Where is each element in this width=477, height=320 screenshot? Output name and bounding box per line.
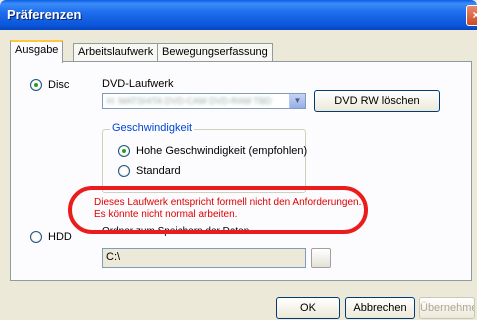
disc-radio-row[interactable]: Disc bbox=[30, 79, 69, 91]
close-icon: × bbox=[472, 8, 477, 22]
tab-ausgabe[interactable]: Ausgabe bbox=[10, 40, 64, 63]
window-title: Präferenzen bbox=[7, 7, 82, 22]
speed-high-row[interactable]: Hohe Geschwindigkeit (empfohlen) bbox=[118, 145, 307, 157]
close-button[interactable]: × bbox=[466, 5, 477, 26]
hdd-path-value: C:\ bbox=[106, 251, 121, 263]
chevron-down-icon[interactable]: ▼ bbox=[289, 94, 305, 108]
ok-button[interactable]: OK bbox=[276, 297, 340, 319]
drive-select[interactable]: H: MATSHITA DVD-CAM DVD-RAM TBD ▼ bbox=[102, 93, 306, 109]
speed-standard-radio[interactable] bbox=[118, 165, 130, 177]
tab-arbeitslaufwerk[interactable]: Arbeitslaufwerk bbox=[73, 43, 159, 62]
hdd-radio-row[interactable]: HDD bbox=[30, 231, 72, 243]
drive-select-value: H: MATSHITA DVD-CAM DVD-RAM TBD bbox=[107, 96, 272, 106]
cancel-button[interactable]: Abbrechen bbox=[345, 297, 415, 319]
disc-radio[interactable] bbox=[30, 79, 42, 91]
browse-icon[interactable] bbox=[311, 248, 331, 268]
highlight-oval bbox=[68, 186, 368, 234]
disc-label: Disc bbox=[48, 79, 70, 91]
speed-standard-row[interactable]: Standard bbox=[118, 165, 181, 177]
hdd-path-field[interactable]: C:\ bbox=[102, 248, 306, 268]
apply-button[interactable]: Übernehmen bbox=[419, 297, 475, 319]
speed-high-radio[interactable] bbox=[118, 145, 130, 157]
dvd-rw-erase-button[interactable]: DVD RW löschen bbox=[314, 90, 440, 112]
tab-bewegungserfassung[interactable]: Bewegungserfassung bbox=[157, 43, 273, 62]
speed-standard-label: Standard bbox=[136, 165, 181, 177]
hdd-label: HDD bbox=[48, 231, 72, 243]
speed-group-title: Geschwindigkeit bbox=[110, 122, 195, 134]
title-bar[interactable]: Präferenzen × bbox=[0, 0, 477, 30]
preferences-window: Präferenzen × Ausgabe Arbeitslaufwerk Be… bbox=[0, 0, 477, 320]
drive-label: DVD-Laufwerk bbox=[102, 78, 174, 90]
hdd-radio[interactable] bbox=[30, 231, 42, 243]
speed-high-label: Hohe Geschwindigkeit (empfohlen) bbox=[136, 145, 308, 157]
speed-groupbox bbox=[102, 129, 306, 193]
